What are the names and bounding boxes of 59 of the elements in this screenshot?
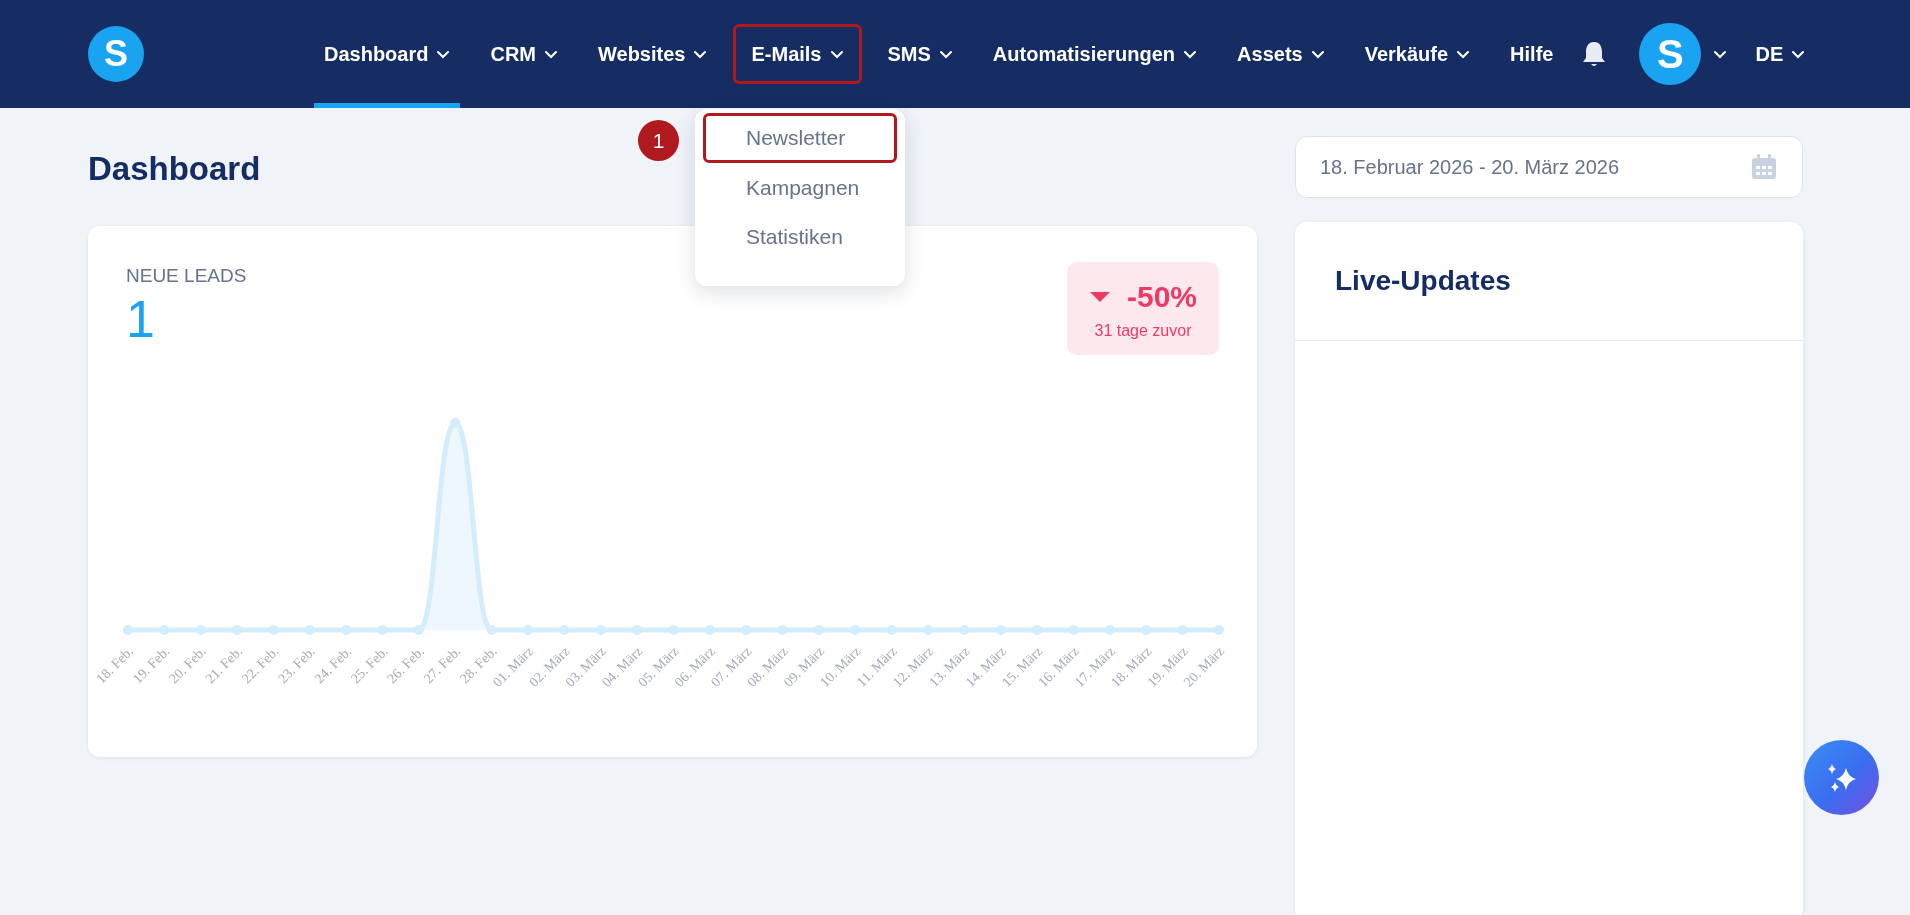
change-value: -50%: [1126, 279, 1197, 315]
caret-icon: [1791, 49, 1806, 59]
menu-item[interactable]: Statistiken: [703, 212, 897, 262]
step-marker: 1: [638, 120, 679, 161]
data-point: [777, 625, 788, 635]
nav-item[interactable]: Automatisierungen: [982, 0, 1208, 108]
page-title: Dashboard: [88, 149, 261, 189]
data-point: [268, 625, 279, 635]
notification-bell-icon[interactable]: [1581, 40, 1608, 68]
nav-item[interactable]: SMS: [877, 0, 963, 108]
data-point: [523, 625, 534, 635]
data-point: [413, 625, 424, 635]
axis-label: 23. Feb.: [275, 643, 318, 687]
axis-label: 20. Feb.: [166, 643, 209, 687]
data-point: [1104, 625, 1115, 635]
data-point: [813, 625, 824, 635]
data-point: [559, 625, 570, 635]
data-point: [632, 625, 643, 635]
caret-icon: [1713, 49, 1728, 59]
data-point: [1032, 625, 1043, 635]
nav-item[interactable]: Websites: [588, 0, 718, 108]
menu-item[interactable]: Newsletter: [703, 113, 897, 163]
menu-item[interactable]: Kampagnen: [703, 162, 897, 212]
data-point: [595, 625, 606, 635]
nav-item[interactable]: CRM: [480, 0, 568, 108]
data-point: [195, 625, 206, 635]
data-point: [923, 625, 934, 635]
nav-item[interactable]: Assets: [1227, 0, 1335, 108]
data-point: [668, 625, 679, 635]
data-point: [995, 625, 1006, 635]
data-point: [1141, 625, 1152, 635]
nav-item[interactable]: E-Mails: [737, 0, 858, 108]
card-title: NEUE LEADS: [126, 264, 247, 288]
data-point: [232, 625, 243, 635]
data-point: [450, 418, 461, 428]
data-point: [959, 625, 970, 635]
date-range-field[interactable]: 18. Februar 2026 - 20. März 2026: [1295, 136, 1803, 198]
data-point: [123, 625, 133, 635]
data-point: [850, 625, 861, 635]
data-point: [304, 625, 315, 635]
data-point: [486, 625, 497, 635]
triangle-down-icon: [1088, 289, 1111, 304]
data-point: [1177, 625, 1188, 635]
data-point: [704, 625, 715, 635]
lead-count: 1: [126, 290, 156, 348]
panel-title: Live-Updates: [1295, 222, 1803, 341]
nav-item[interactable]: Verkäufe: [1354, 0, 1481, 108]
data-point: [377, 625, 388, 635]
nav-item[interactable]: Dashboard: [314, 0, 461, 108]
data-point: [1214, 625, 1224, 635]
data-point: [741, 625, 752, 635]
data-point: [159, 625, 170, 635]
language-menu[interactable]: DE: [1745, 0, 1816, 108]
calendar-icon: [1750, 153, 1778, 181]
data-point: [886, 625, 897, 635]
change-note: 31 tage zuvor: [1093, 321, 1193, 341]
data-point: [1068, 625, 1079, 635]
data-point: [341, 625, 352, 635]
nav-item[interactable]: Hilfe: [1500, 0, 1564, 108]
